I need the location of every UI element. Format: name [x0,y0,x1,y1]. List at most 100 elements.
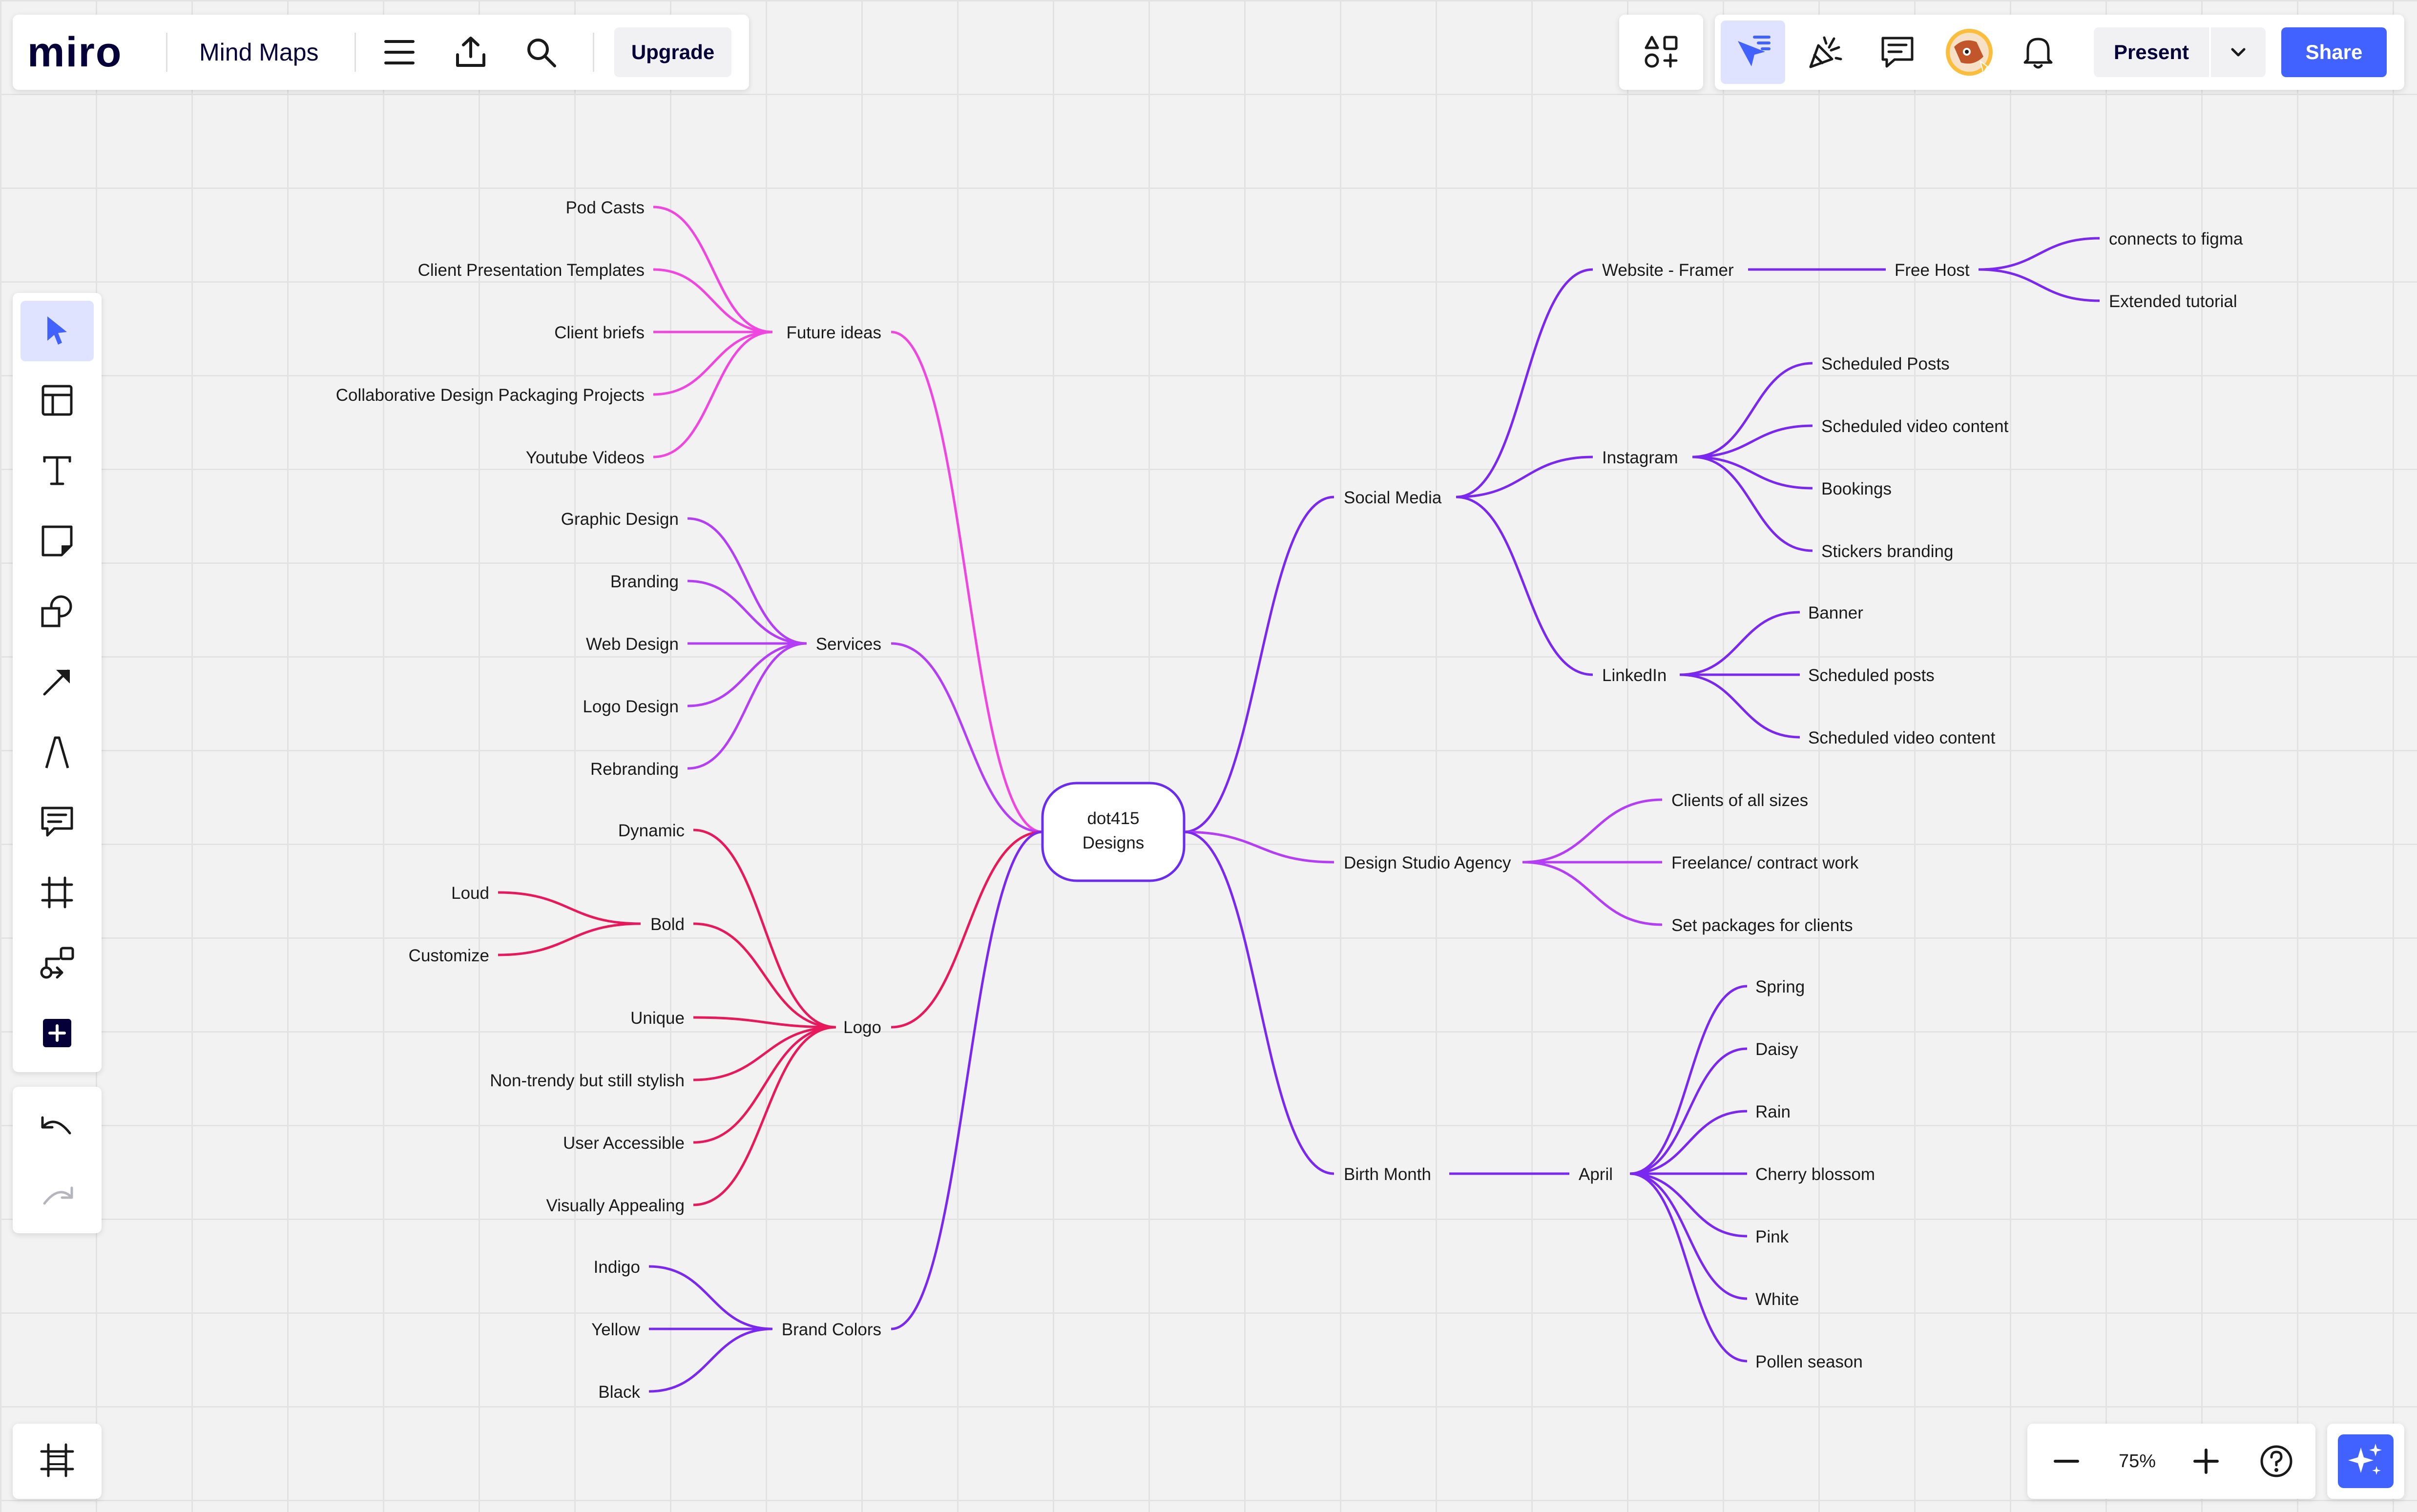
center-node[interactable]: dot415 Designs [1041,782,1186,882]
cursor-flag-icon[interactable] [1721,21,1785,84]
node-loud[interactable]: Loud [451,884,489,903]
node-future-ideas[interactable]: Future ideas [786,323,881,342]
share-button[interactable]: Share [2281,27,2387,77]
node-free-host[interactable]: Free Host [1895,261,1970,280]
frame-tool[interactable] [21,863,94,924]
mind-map-canvas[interactable]: dot415 Designs Future ideas Pod Casts Cl… [0,0,2417,1512]
node-branding[interactable]: Branding [610,572,679,591]
connector-future-ideas-child [653,331,773,396]
connector-social-media-child [1456,268,1593,498]
node-daisy[interactable]: Daisy [1755,1040,1798,1059]
connector-services-child [687,580,807,645]
text-tool[interactable] [21,441,94,502]
node-banner[interactable]: Banner [1808,603,1863,622]
undo-button[interactable] [21,1097,94,1157]
node-birth-month[interactable]: Birth Month [1344,1165,1431,1184]
present-button[interactable]: Present [2094,27,2209,77]
redo-button[interactable] [21,1167,94,1227]
node-web-design[interactable]: Web Design [586,635,679,654]
node-indigo[interactable]: Indigo [594,1258,640,1277]
node-connects-to-figma[interactable]: connects to figma [2109,229,2243,249]
node-design-studio-agency[interactable]: Design Studio Agency [1344,853,1511,872]
menu-icon[interactable] [380,33,419,72]
search-icon[interactable] [521,33,561,72]
node-logo[interactable]: Logo [843,1018,881,1037]
connection-line-tool[interactable] [21,652,94,713]
present-options-button[interactable] [2211,27,2266,77]
connector-services-child [687,642,807,707]
connector-april-child [1629,985,1748,1175]
avatar[interactable] [1944,27,1994,77]
comment-tool[interactable] [21,793,94,853]
node-website-framer[interactable]: Website - Framer [1602,261,1734,280]
node-yellow[interactable]: Yellow [591,1320,641,1339]
bell-icon[interactable] [2019,33,2058,72]
celebrate-icon[interactable] [1806,33,1845,72]
templates-tool[interactable] [21,371,94,432]
comments-icon[interactable] [1878,33,1917,72]
connector-future-ideas-child [653,206,773,333]
node-user-accessible[interactable]: User Accessible [563,1134,685,1153]
node-scheduled-video-content-ig[interactable]: Scheduled video content [1821,417,2009,436]
node-scheduled-posts-li[interactable]: Scheduled posts [1808,666,1935,685]
apps-icon[interactable] [1642,33,1681,72]
node-pollen-season[interactable]: Pollen season [1755,1352,1863,1371]
node-services[interactable]: Services [816,635,881,654]
node-brand-colors[interactable]: Brand Colors [782,1320,881,1339]
node-unique[interactable]: Unique [630,1009,685,1028]
node-pod-casts[interactable]: Pod Casts [566,198,645,217]
node-rain[interactable]: Rain [1755,1102,1791,1121]
connector-logo-child [693,922,836,1029]
export-icon[interactable] [451,33,490,72]
node-extended-tutorial[interactable]: Extended tutorial [2109,292,2237,311]
mind-map-tool[interactable] [21,933,94,994]
shapes-tool[interactable] [21,582,94,642]
zoom-in-button[interactable] [2187,1442,2226,1481]
node-freelance-contract-work[interactable]: Freelance/ contract work [1671,853,1859,872]
node-visually-appealing[interactable]: Visually Appealing [546,1196,685,1215]
node-stickers-branding[interactable]: Stickers branding [1821,542,1953,561]
zoom-out-button[interactable] [2047,1442,2086,1481]
select-tool[interactable] [21,301,94,361]
miro-logo[interactable]: miro [27,24,122,80]
pen-tool[interactable] [21,723,94,783]
node-client-briefs[interactable]: Client briefs [554,323,645,342]
node-bookings[interactable]: Bookings [1821,479,1892,498]
frames-panel-button[interactable] [21,1431,94,1491]
node-social-media[interactable]: Social Media [1344,488,1442,507]
help-button[interactable] [2257,1442,2296,1481]
more-tools-button[interactable] [21,1004,94,1064]
center-node-label-line2: Designs [1083,833,1144,852]
node-cherry-blossom[interactable]: Cherry blossom [1755,1165,1875,1184]
node-dynamic[interactable]: Dynamic [618,821,685,840]
undo-icon [41,1114,74,1140]
node-collaborative-design-packaging-projects[interactable]: Collaborative Design Packaging Projects [336,386,645,405]
sticky-note-tool[interactable] [21,512,94,572]
node-spring[interactable]: Spring [1755,977,1805,996]
node-graphic-design[interactable]: Graphic Design [561,510,679,529]
ai-assist-button[interactable] [2338,1434,2394,1488]
node-scheduled-video-content-li[interactable]: Scheduled video content [1808,728,1996,747]
node-set-packages-for-clients[interactable]: Set packages for clients [1671,916,1853,935]
node-pink[interactable]: Pink [1755,1227,1789,1246]
node-non-trendy[interactable]: Non-trendy but still stylish [490,1071,685,1090]
upgrade-button[interactable]: Upgrade [614,27,731,77]
node-client-presentation-templates[interactable]: Client Presentation Templates [418,261,645,280]
node-linkedin[interactable]: LinkedIn [1602,666,1667,685]
node-customize[interactable]: Customize [409,946,489,965]
node-bold[interactable]: Bold [650,915,685,934]
connector-services-child [687,517,807,645]
node-scheduled-posts-ig[interactable]: Scheduled Posts [1821,354,1950,373]
node-logo-design[interactable]: Logo Design [583,697,679,716]
node-clients-of-all-sizes[interactable]: Clients of all sizes [1671,791,1808,810]
node-white[interactable]: White [1755,1290,1799,1309]
zoom-level[interactable]: 75% [2105,1442,2169,1481]
node-rebranding[interactable]: Rebranding [590,760,679,779]
node-youtube-videos[interactable]: Youtube Videos [526,448,645,467]
node-instagram[interactable]: Instagram [1602,448,1678,467]
frames-panel [13,1424,102,1499]
node-april[interactable]: April [1579,1165,1613,1184]
zoom-level-text: 75% [2118,1450,2156,1471]
board-title[interactable]: Mind Maps [199,24,319,80]
node-black[interactable]: Black [598,1383,640,1402]
